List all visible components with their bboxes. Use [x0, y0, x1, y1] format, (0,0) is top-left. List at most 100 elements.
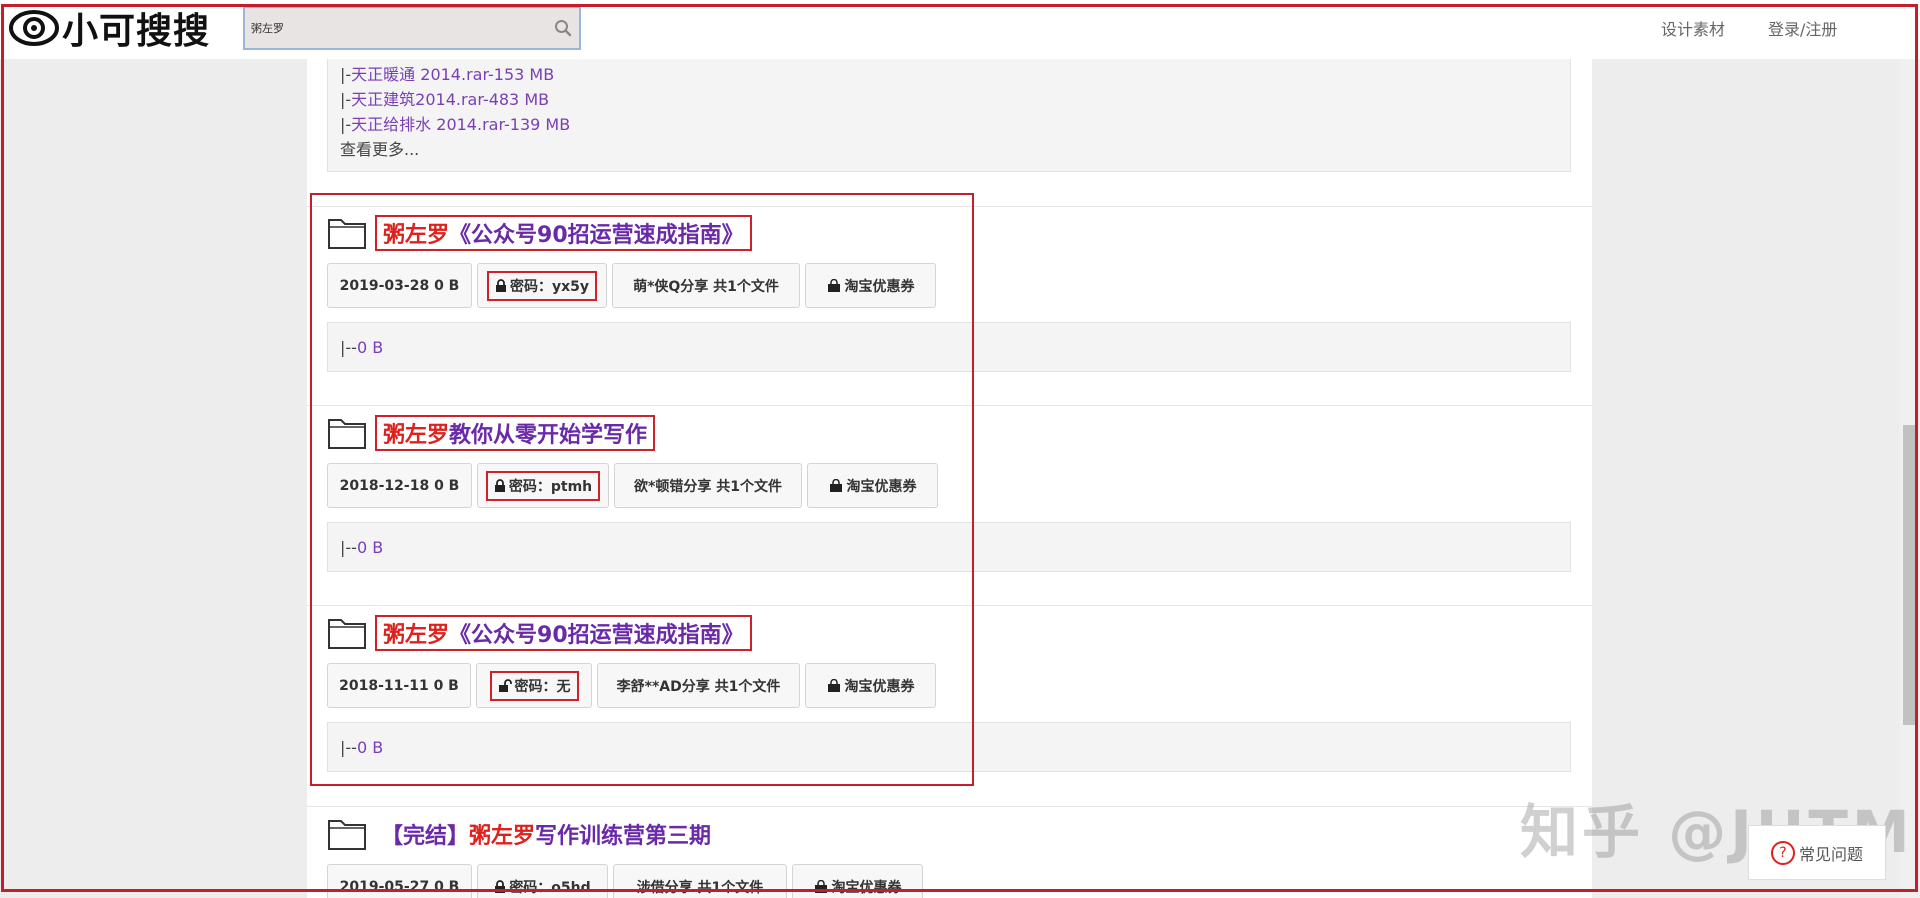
result-title-row: 粥左罗 《公众号90招运营速成指南》 [327, 213, 1577, 253]
file-item[interactable]: |-天正暖通 2014.rar-153 MB [340, 62, 1570, 87]
scrollbar-thumb[interactable] [1903, 425, 1917, 725]
shopping-bag-icon [814, 879, 827, 893]
result-title-link[interactable]: 【完结】 粥左罗 写作训练营第三期 [375, 816, 717, 852]
coupon-text: 淘宝优惠券 [844, 278, 915, 295]
result-item: 粥左罗 《公众号90招运营速成指南》 2018-11-11 0 B 密码：无 李舒… [327, 613, 1577, 772]
lock-icon [494, 478, 505, 492]
eye-logo-icon [9, 10, 59, 46]
password-text: 密码：ptmh [508, 478, 593, 495]
result-tags: 2018-12-18 0 B 密码：ptmh 欲*顿错分享 共1个文件 淘宝优惠… [327, 463, 1577, 508]
file-list-partial: |-天正暖通 2014.rar-153 MB |-天正建筑2014.rar-48… [327, 59, 1571, 172]
top-header: 小可搜搜 设计素材 登录/注册 [0, 0, 1920, 59]
title-highlight: 粥左罗 [469, 824, 536, 849]
date-size-tag: 2019-05-27 0 B [327, 864, 472, 898]
password-text: 密码：yx5y [509, 278, 590, 295]
result-file-list: |-- 0 B [327, 322, 1571, 372]
nav-design-materials[interactable]: 设计素材 [1661, 16, 1725, 40]
file-item[interactable]: |-天正建筑2014.rar-483 MB [340, 87, 1570, 112]
password-tag: 密码：无 [476, 663, 592, 708]
password-text: 密码：无 [514, 678, 571, 695]
question-icon: ? [1770, 840, 1795, 865]
password-highlight: 密码：无 [489, 670, 579, 701]
file-prefix: |-- [340, 537, 357, 557]
sharer-tag: 萌*侠Q分享 共1个文件 [612, 263, 800, 308]
title-text: 写作训练营第三期 [535, 824, 712, 849]
password-highlight: 密码：ptmh [485, 470, 601, 501]
page-scrollbar[interactable] [1900, 59, 1920, 898]
coupon-tag[interactable]: 淘宝优惠券 [792, 864, 923, 898]
search-box [243, 6, 581, 50]
result-file-list: |-- 0 B [327, 722, 1571, 772]
sharer-tag: 涉借分享 共1个文件 [613, 864, 787, 898]
result-title-row: 粥左罗 《公众号90招运营速成指南》 [327, 613, 1577, 653]
file-prefix: |-- [340, 337, 357, 357]
title-highlight: 粥左罗 [383, 223, 450, 248]
file-item[interactable]: |-天正给排水 2014.rar-139 MB [340, 112, 1570, 137]
folder-icon [328, 619, 366, 649]
password-tag: 密码：o5hd [477, 864, 608, 898]
search-button[interactable] [547, 8, 579, 48]
result-file-list: |-- 0 B [327, 522, 1571, 572]
result-tags: 2018-11-11 0 B 密码：无 李舒**AD分享 共1个文件 淘宝优惠券 [327, 663, 1577, 708]
coupon-text: 淘宝优惠券 [846, 478, 917, 495]
result-tags: 2019-05-27 0 B 密码：o5hd 涉借分享 共1个文件 淘宝优惠券 [327, 864, 1577, 898]
result-tags: 2019-03-28 0 B 密码：yx5y 萌*侠Q分享 共1个文件 淘宝优惠… [327, 263, 1577, 308]
search-input[interactable] [245, 8, 547, 48]
faq-button[interactable]: ? 常见问题 [1748, 825, 1886, 880]
divider [307, 405, 1592, 406]
shopping-bag-icon [827, 678, 840, 692]
result-title-row: 【完结】 粥左罗 写作训练营第三期 [327, 814, 1577, 854]
date-size-tag: 2019-03-28 0 B [327, 263, 472, 308]
site-logo[interactable]: 小可搜搜 [8, 4, 210, 52]
folder-icon [328, 820, 366, 850]
divider [307, 806, 1592, 807]
file-name: 天正暖通 2014.rar-153 MB [351, 65, 555, 84]
sharer-tag: 欲*顿错分享 共1个文件 [614, 463, 802, 508]
result-item: 粥左罗 《公众号90招运营速成指南》 2019-03-28 0 B 密码：yx5y… [327, 213, 1577, 372]
result-item: 【完结】 粥左罗 写作训练营第三期 2019-05-27 0 B 密码：o5hd 涉… [327, 814, 1577, 898]
lock-icon [495, 879, 506, 893]
result-title-link[interactable]: 粥左罗 《公众号90招运营速成指南》 [375, 615, 752, 651]
unlock-icon [498, 678, 512, 692]
file-name[interactable]: 0 B [357, 538, 383, 557]
coupon-tag[interactable]: 淘宝优惠券 [807, 463, 938, 508]
result-title-row: 粥左罗 教你从零开始学写作 [327, 413, 1577, 453]
password-tag: 密码：ptmh [477, 463, 609, 508]
coupon-text: 淘宝优惠券 [844, 678, 915, 695]
file-prefix: |- [340, 65, 352, 84]
file-name[interactable]: 0 B [357, 338, 383, 357]
sharer-tag: 李舒**AD分享 共1个文件 [597, 663, 800, 708]
view-more-link[interactable]: 查看更多... [340, 137, 1570, 162]
search-icon [555, 20, 572, 37]
password-tag: 密码：yx5y [477, 263, 607, 308]
file-prefix: |-- [340, 737, 357, 757]
file-prefix: |- [340, 90, 352, 109]
title-text: 《公众号90招运营速成指南》 [449, 223, 744, 248]
folder-icon [328, 419, 366, 449]
title-highlight: 粥左罗 [383, 623, 450, 648]
folder-icon [328, 219, 366, 249]
title-text: 教你从零开始学写作 [449, 423, 648, 448]
title-prefix: 【完结】 [381, 824, 470, 849]
result-title-link[interactable]: 粥左罗 《公众号90招运营速成指南》 [375, 215, 752, 251]
shopping-bag-icon [827, 278, 840, 292]
faq-label: 常见问题 [1798, 844, 1863, 864]
file-prefix: |- [340, 115, 352, 134]
file-name[interactable]: 0 B [357, 738, 383, 757]
date-size-tag: 2018-12-18 0 B [327, 463, 472, 508]
coupon-tag[interactable]: 淘宝优惠券 [805, 263, 936, 308]
date-size-tag: 2018-11-11 0 B [327, 663, 471, 708]
file-name: 天正建筑2014.rar-483 MB [351, 90, 550, 109]
results-column: |-天正暖通 2014.rar-153 MB |-天正建筑2014.rar-48… [307, 59, 1592, 898]
logo-text: 小可搜搜 [62, 11, 211, 52]
file-name: 天正给排水 2014.rar-139 MB [351, 115, 571, 134]
lock-icon [495, 278, 506, 292]
divider [307, 605, 1592, 606]
title-text: 《公众号90招运营速成指南》 [449, 623, 744, 648]
coupon-tag[interactable]: 淘宝优惠券 [805, 663, 936, 708]
coupon-text: 淘宝优惠券 [831, 879, 902, 896]
nav-login-register[interactable]: 登录/注册 [1768, 16, 1837, 40]
result-title-link[interactable]: 粥左罗 教你从零开始学写作 [375, 415, 656, 451]
password-highlight: 密码：yx5y [486, 270, 598, 301]
result-item: 粥左罗 教你从零开始学写作 2018-12-18 0 B 密码：ptmh 欲*顿错… [327, 413, 1577, 572]
